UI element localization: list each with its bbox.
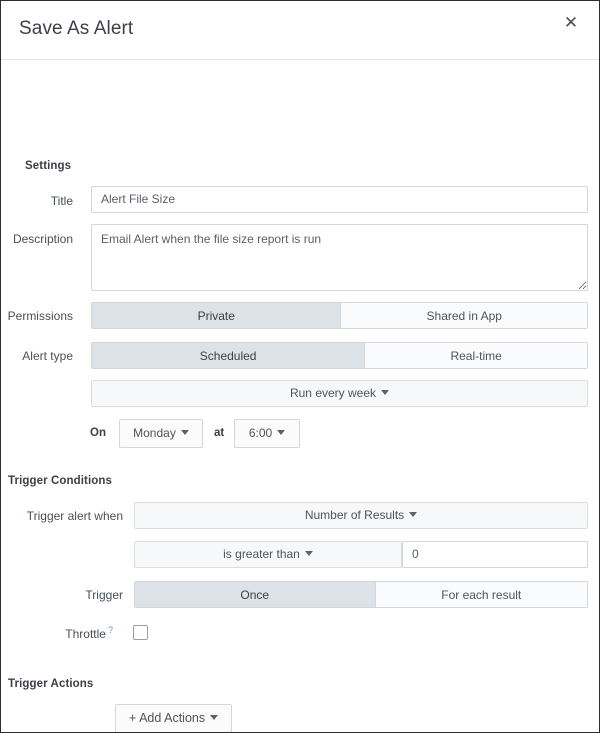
threshold-input[interactable] bbox=[402, 541, 588, 568]
schedule-frequency-value: Run every week bbox=[290, 386, 376, 400]
on-label: On bbox=[90, 427, 106, 439]
title-label: Title bbox=[1, 194, 73, 208]
description-label: Description bbox=[1, 232, 73, 246]
chevron-down-icon bbox=[409, 512, 417, 517]
comparator-dropdown[interactable]: is greater than bbox=[134, 541, 402, 568]
time-dropdown[interactable]: 6:00 bbox=[234, 419, 300, 448]
chevron-down-icon bbox=[277, 430, 285, 435]
alert-type-segmented-control[interactable]: Scheduled Real-time bbox=[91, 342, 588, 369]
save-as-alert-dialog: Save As Alert ✕ Settings Title Descripti… bbox=[0, 0, 600, 733]
add-actions-label: + Add Actions bbox=[129, 711, 205, 725]
title-input[interactable] bbox=[91, 186, 588, 213]
day-dropdown[interactable]: Monday bbox=[119, 419, 203, 448]
chevron-down-icon bbox=[181, 430, 189, 435]
chevron-down-icon bbox=[305, 551, 313, 556]
trigger-label: Trigger bbox=[1, 588, 123, 602]
dialog-header: Save As Alert ✕ bbox=[1, 1, 599, 60]
trigger-alert-when-value: Number of Results bbox=[305, 508, 404, 522]
comparator-value: is greater than bbox=[223, 547, 300, 561]
section-heading-settings: Settings bbox=[25, 160, 71, 172]
throttle-label: Throttle? bbox=[1, 625, 113, 641]
permissions-segmented-control[interactable]: Private Shared in App bbox=[91, 302, 588, 329]
permissions-option-shared-in-app[interactable]: Shared in App bbox=[340, 303, 587, 328]
chevron-down-icon bbox=[210, 715, 218, 720]
trigger-segmented-control[interactable]: Once For each result bbox=[134, 581, 588, 608]
day-value: Monday bbox=[133, 426, 176, 440]
at-label: at bbox=[214, 427, 224, 439]
throttle-checkbox[interactable] bbox=[133, 625, 148, 640]
alert-type-option-real-time[interactable]: Real-time bbox=[364, 343, 587, 368]
section-heading-trigger-conditions: Trigger Conditions bbox=[8, 475, 112, 487]
help-icon[interactable]: ? bbox=[108, 625, 113, 635]
trigger-alert-when-dropdown[interactable]: Number of Results bbox=[134, 502, 588, 529]
add-actions-button[interactable]: + Add Actions bbox=[115, 704, 232, 733]
close-icon[interactable]: ✕ bbox=[561, 13, 581, 33]
alert-type-option-scheduled[interactable]: Scheduled bbox=[92, 343, 364, 368]
permissions-option-private[interactable]: Private bbox=[92, 303, 340, 328]
description-textarea[interactable] bbox=[91, 224, 588, 291]
chevron-down-icon bbox=[381, 390, 389, 395]
trigger-option-once[interactable]: Once bbox=[135, 582, 375, 607]
trigger-alert-when-label: Trigger alert when bbox=[1, 509, 123, 523]
alert-type-label: Alert type bbox=[1, 349, 73, 363]
permissions-label: Permissions bbox=[1, 309, 73, 323]
time-value: 6:00 bbox=[249, 426, 272, 440]
page-title: Save As Alert bbox=[19, 18, 133, 40]
trigger-option-for-each-result[interactable]: For each result bbox=[375, 582, 587, 607]
schedule-frequency-dropdown[interactable]: Run every week bbox=[91, 380, 588, 407]
section-heading-trigger-actions: Trigger Actions bbox=[8, 678, 93, 690]
